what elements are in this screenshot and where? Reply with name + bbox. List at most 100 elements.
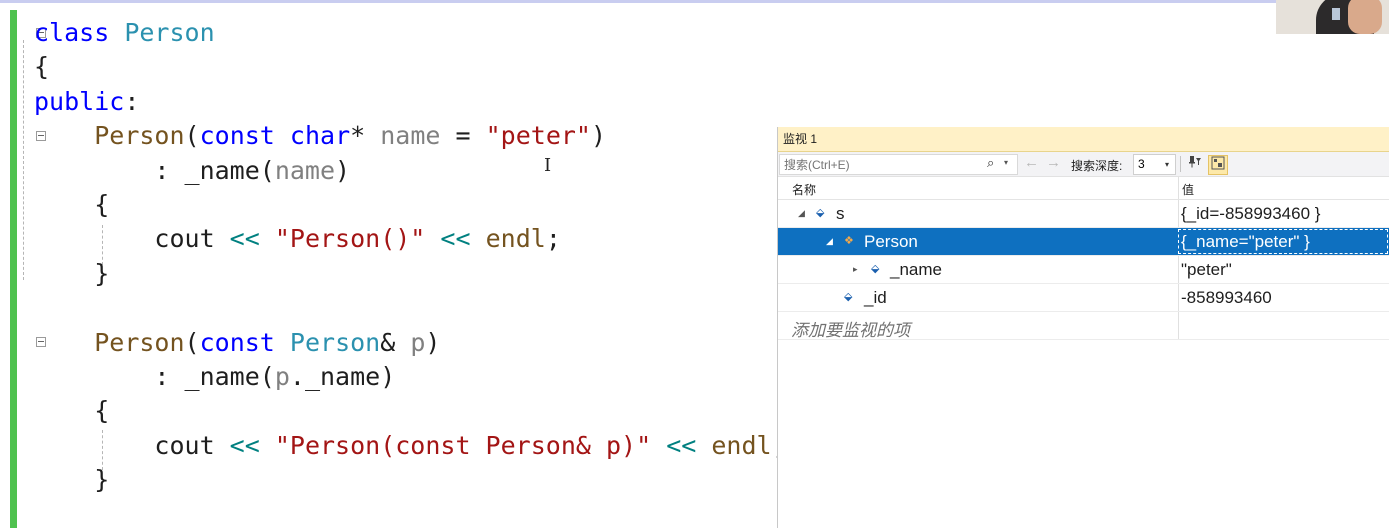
code-token: class [34, 18, 110, 47]
watch-row-name-member[interactable]: ▸ ⬙ _name "peter" [778, 256, 1389, 284]
value-column-header[interactable]: 值 [1182, 181, 1194, 198]
watch-row-person[interactable]: ◢ ❖ Person {_name="peter" } [778, 228, 1389, 256]
variable-icon: ⬙ [816, 207, 825, 219]
code-line[interactable]: Person(const Person& p) [34, 326, 834, 360]
base-class-icon: ❖ [844, 235, 854, 247]
code-token: } [34, 258, 110, 288]
search-depth-select[interactable]: 3 ▾ [1133, 154, 1176, 175]
code-token: "Person(const Person& p)" [274, 430, 652, 460]
watch-row-value[interactable]: {_id=-858993460 } [1181, 204, 1320, 224]
search-options-chevron-down-icon[interactable]: ▾ [1004, 158, 1008, 167]
code-line[interactable]: { [34, 188, 834, 222]
code-line[interactable]: : _name(p._name) [34, 360, 834, 394]
watch-row-value[interactable]: "peter" [1181, 260, 1232, 280]
watch-row-value[interactable]: -858993460 [1181, 288, 1272, 308]
text-cursor-icon: I [544, 155, 552, 176]
code-line[interactable] [34, 291, 834, 325]
code-line[interactable]: cout << "Person(const Person& p)" << end… [34, 429, 834, 463]
indent-guide [23, 40, 24, 280]
watch-column-header: 名称 值 [778, 177, 1389, 200]
code-token: : _name( [34, 155, 275, 185]
code-editor[interactable]: class Person{public: Person(const char* … [34, 16, 834, 497]
code-token: cout [34, 430, 230, 460]
code-line[interactable]: { [34, 50, 834, 84]
member-field-icon: ⬙ [844, 291, 853, 303]
code-token: ) [425, 327, 441, 357]
search-icon[interactable]: ⌕ [987, 155, 994, 171]
editor-top-border [0, 0, 1389, 3]
code-token: ) [590, 121, 607, 151]
code-token: = [440, 121, 486, 151]
code-token: endl [711, 430, 772, 460]
code-token: endl [485, 224, 546, 254]
code-token: << [440, 224, 471, 254]
code-token: : _name( [34, 361, 275, 391]
watch-search-box[interactable]: ⌕ ▾ [779, 154, 1018, 175]
pin-filter-button[interactable] [1186, 155, 1204, 173]
raw-format-icon [1211, 156, 1225, 170]
search-previous-arrow-icon[interactable]: ← [1024, 154, 1039, 171]
code-line[interactable]: : _name(name) [34, 154, 834, 188]
code-token: ( [184, 327, 200, 357]
code-token: ._name) [289, 361, 396, 391]
code-token: cout [34, 224, 230, 254]
watch-toolbar: ⌕ ▾ ← → 搜索深度: 3 ▾ [778, 152, 1389, 177]
code-line[interactable]: public: [34, 85, 834, 119]
code-line[interactable]: Person(const char* name = "peter") [34, 119, 834, 153]
code-token: : [124, 86, 140, 116]
code-token: name [380, 121, 441, 151]
code-token: << [666, 430, 697, 460]
pin-filter-icon [1189, 156, 1201, 168]
watch-window-title[interactable]: 监视 1 [778, 127, 1389, 152]
add-watch-item-placeholder[interactable]: 添加要监视的项 [791, 316, 910, 341]
code-token: const [199, 121, 275, 151]
code-token: "peter" [485, 121, 591, 151]
code-line[interactable]: } [34, 463, 834, 497]
code-line[interactable]: class Person [34, 16, 834, 50]
watch-row-s[interactable]: ◢ ⬙ s {_id=-858993460 } [778, 200, 1389, 228]
code-line[interactable]: } [34, 257, 834, 291]
code-token: ) [335, 155, 351, 185]
code-token: { [34, 52, 50, 82]
search-next-arrow-icon[interactable]: → [1046, 154, 1061, 171]
code-token: } [34, 465, 110, 495]
code-token: ; [545, 224, 561, 254]
code-line[interactable]: { [34, 394, 834, 428]
expand-triangle-icon[interactable]: ▸ [853, 264, 858, 275]
add-watch-row[interactable]: 添加要监视的项 [778, 312, 1389, 340]
code-token: * [350, 121, 381, 151]
toolbar-separator [1180, 156, 1181, 172]
code-token: p [274, 361, 290, 391]
watch-row-id[interactable]: ⬙ _id -858993460 [778, 284, 1389, 312]
webcam-overlay [1276, 0, 1389, 34]
member-field-icon: ⬙ [871, 263, 880, 275]
column-divider[interactable] [1178, 177, 1179, 199]
collapse-triangle-icon[interactable]: ◢ [798, 208, 805, 219]
view-raw-format-button[interactable] [1208, 155, 1228, 175]
name-column-header[interactable]: 名称 [792, 181, 816, 198]
code-token: & [380, 327, 411, 357]
code-line[interactable]: cout << "Person()" << endl; [34, 222, 834, 256]
watch-row-name: _id [864, 288, 887, 307]
code-token: Person [94, 327, 185, 357]
collapse-triangle-icon[interactable]: ◢ [826, 236, 833, 247]
watch-window[interactable]: 监视 1 ⌕ ▾ ← → 搜索深度: 3 ▾ 名称 [777, 127, 1389, 528]
code-token: ( [184, 121, 200, 151]
chevron-down-icon: ▾ [1165, 160, 1170, 169]
watch-row-value[interactable]: {_name="peter" } [1181, 232, 1310, 252]
code-token: public [34, 86, 125, 116]
column-divider [1178, 200, 1179, 227]
watch-search-input[interactable] [780, 155, 976, 174]
code-token: const [199, 327, 275, 357]
outlining-gutter [17, 10, 46, 528]
search-depth-label: 搜索深度: [1071, 159, 1123, 173]
watch-row-name: Person [864, 232, 918, 251]
code-token: char [289, 121, 351, 151]
